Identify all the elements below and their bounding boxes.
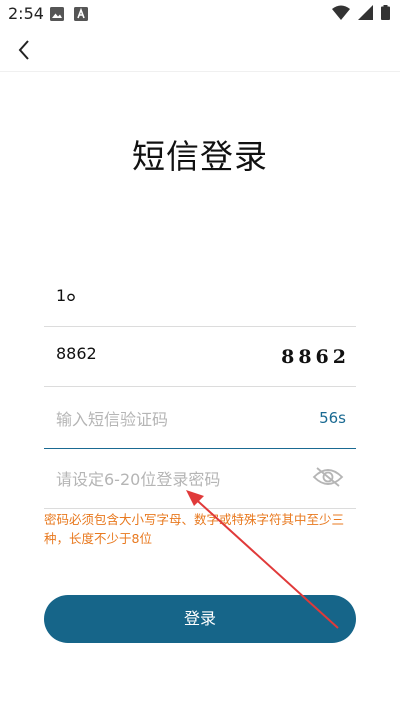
wifi-icon (332, 5, 350, 20)
status-right-icons (332, 5, 390, 20)
phone-input-value: 1๐ (56, 286, 76, 305)
sms-code-field[interactable]: 输入短信验证码 56s (44, 388, 356, 449)
text-notification-icon (74, 7, 88, 21)
page-title: 短信登录 (132, 137, 268, 176)
status-bar: 2:54 (0, 0, 400, 28)
gallery-notification-icon (50, 7, 64, 21)
phone-field[interactable]: 1๐ (44, 266, 356, 327)
password-field[interactable]: 请设定6-20位登录密码 (44, 448, 356, 509)
status-time: 2:54 (8, 4, 44, 23)
header-divider (0, 71, 400, 72)
captcha-image[interactable]: 8862 (281, 346, 350, 368)
password-placeholder: 请设定6-20位登录密码 (56, 470, 221, 489)
signal-icon (358, 5, 373, 20)
eye-hidden-icon[interactable] (312, 465, 344, 489)
captcha-input-value: 8862 (56, 344, 97, 363)
battery-icon (381, 5, 390, 20)
captcha-field[interactable]: 8862 8862 (44, 326, 356, 387)
password-hint: 密码必须包含大小写字母、数字或特殊字符其中至少三种，长度不少于8位 (44, 512, 345, 546)
login-button[interactable]: 登录 (44, 595, 356, 643)
sms-countdown: 56s (319, 409, 346, 427)
back-arrow-icon[interactable] (12, 36, 40, 64)
sms-code-placeholder: 输入短信验证码 (56, 410, 169, 429)
